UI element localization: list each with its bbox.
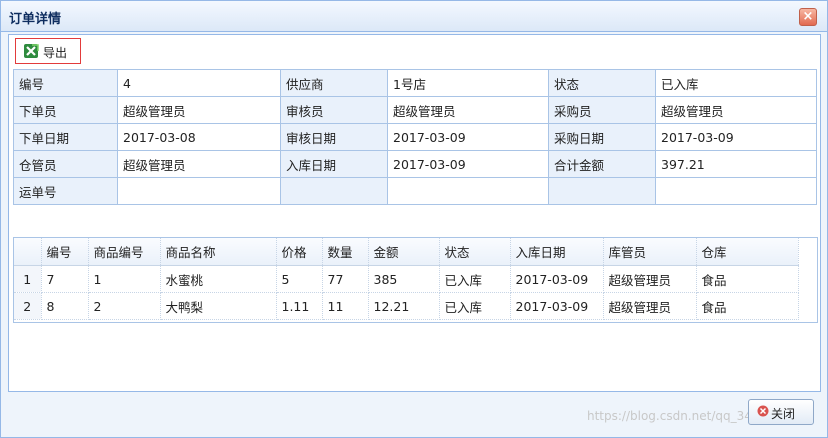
info-label: 下单日期: [13, 123, 118, 151]
dialog-content: 导出 编号 4 供应商 1号店 状态 已入库 下单员 超级管理员 审核员 超级管理员 采购员 超级管理…: [8, 34, 821, 392]
column-header[interactable]: 仓库: [696, 238, 799, 266]
info-value: 超级管理员: [655, 96, 817, 124]
info-value: [117, 177, 281, 205]
toolbar: 导出: [9, 35, 820, 67]
info-label: 下单员: [13, 96, 118, 124]
info-row: 下单员 超级管理员 审核员 超级管理员 采购员 超级管理员: [13, 96, 817, 124]
table-cell: 食品: [696, 265, 799, 293]
info-label: 运单号: [13, 177, 118, 205]
cancel-icon: [757, 405, 769, 417]
info-label: 供应商: [280, 69, 388, 97]
info-row: 下单日期 2017-03-08 审核日期 2017-03-09 采购日期 2017-03-…: [13, 123, 817, 151]
info-label: 审核日期: [280, 123, 388, 151]
info-label: [548, 177, 656, 205]
row-number: 1: [14, 265, 42, 293]
table-row[interactable]: 1 7 1 水蜜桃 5 77 385 已入库 2017-03-09 超级管理员 食品: [14, 265, 799, 293]
table-cell: 食品: [696, 292, 799, 320]
info-label: 审核员: [280, 96, 388, 124]
excel-export-icon: [24, 44, 39, 58]
table-cell: 7: [41, 265, 89, 293]
info-value: 超级管理员: [117, 150, 281, 178]
info-value: 397.21: [655, 150, 817, 178]
table-cell: 77: [322, 265, 369, 293]
info-label: 编号: [13, 69, 118, 97]
info-value: 2017-03-09: [655, 123, 817, 151]
info-value: 2017-03-09: [387, 123, 549, 151]
column-header[interactable]: 金额: [368, 238, 440, 266]
info-label: 采购日期: [548, 123, 656, 151]
table-cell: 11: [322, 292, 369, 320]
close-button[interactable]: 关闭: [748, 399, 814, 425]
order-items-table: 编号 商品编号 商品名称 价格 数量 金额 状态 入库日期 库管员 仓库 1 7 1 水蜜桃 5 77 385…: [14, 238, 799, 320]
table-cell: 8: [41, 292, 89, 320]
table-row[interactable]: 2 8 2 大鸭梨 1.11 11 12.21 已入库 2017-03-09 超级管理员 食品: [14, 292, 799, 320]
export-button[interactable]: 导出: [15, 38, 81, 64]
info-label: 状态: [548, 69, 656, 97]
info-value: [655, 177, 817, 205]
table-cell: 2017-03-09: [510, 265, 604, 293]
close-button-label: 关闭: [771, 407, 796, 421]
order-info-table: 编号 4 供应商 1号店 状态 已入库 下单员 超级管理员 审核员 超级管理员 采购员 超级管理员 下单…: [13, 69, 817, 205]
row-number: 2: [14, 292, 42, 320]
table-cell: 大鸭梨: [160, 292, 277, 320]
table-cell: 2: [88, 292, 161, 320]
column-header[interactable]: 数量: [322, 238, 369, 266]
column-header[interactable]: 商品名称: [160, 238, 277, 266]
table-cell: 水蜜桃: [160, 265, 277, 293]
info-label: 采购员: [548, 96, 656, 124]
table-cell: 5: [276, 265, 323, 293]
dialog-title: 订单详情: [9, 12, 62, 27]
column-header[interactable]: 状态: [439, 238, 511, 266]
info-value: 已入库: [655, 69, 817, 97]
info-row: 编号 4 供应商 1号店 状态 已入库: [13, 69, 817, 97]
table-cell: 385: [368, 265, 440, 293]
info-value: 2017-03-08: [117, 123, 281, 151]
column-header[interactable]: 商品编号: [88, 238, 161, 266]
column-header[interactable]: 编号: [41, 238, 89, 266]
info-value: 超级管理员: [117, 96, 281, 124]
order-items-grid: 编号 商品编号 商品名称 价格 数量 金额 状态 入库日期 库管员 仓库 1 7 1 水蜜桃 5 77 385…: [13, 237, 818, 323]
table-cell: 2017-03-09: [510, 292, 604, 320]
info-value: 4: [117, 69, 281, 97]
info-label: 入库日期: [280, 150, 388, 178]
info-row: 仓管员 超级管理员 入库日期 2017-03-09 合计金额 397.21: [13, 150, 817, 178]
table-cell: 超级管理员: [603, 265, 697, 293]
info-label: [280, 177, 388, 205]
table-cell: 超级管理员: [603, 292, 697, 320]
info-label: 合计金额: [548, 150, 656, 178]
info-value: 2017-03-09: [387, 150, 549, 178]
export-label: 导出: [43, 46, 68, 60]
info-row: 运单号: [13, 177, 817, 205]
info-value: 1号店: [387, 69, 549, 97]
table-cell: 已入库: [439, 292, 511, 320]
row-number-header: [14, 238, 42, 266]
dialog-titlebar: 订单详情 ×: [1, 1, 827, 32]
dialog-footer: https://blog.csdn.net/qq_34720462 关闭: [1, 393, 827, 437]
order-detail-dialog: 订单详情 × 导出 编号 4 供应商 1号店 状态 已入库 下单员 超级管理员 审核员 超级管理员…: [0, 0, 828, 438]
table-cell: 1.11: [276, 292, 323, 320]
close-icon[interactable]: ×: [799, 8, 817, 26]
info-label: 仓管员: [13, 150, 118, 178]
info-value: [387, 177, 549, 205]
table-cell: 1: [88, 265, 161, 293]
table-cell: 12.21: [368, 292, 440, 320]
column-header[interactable]: 入库日期: [510, 238, 604, 266]
column-header[interactable]: 库管员: [603, 238, 697, 266]
info-value: 超级管理员: [387, 96, 549, 124]
table-cell: 已入库: [439, 265, 511, 293]
column-header[interactable]: 价格: [276, 238, 323, 266]
